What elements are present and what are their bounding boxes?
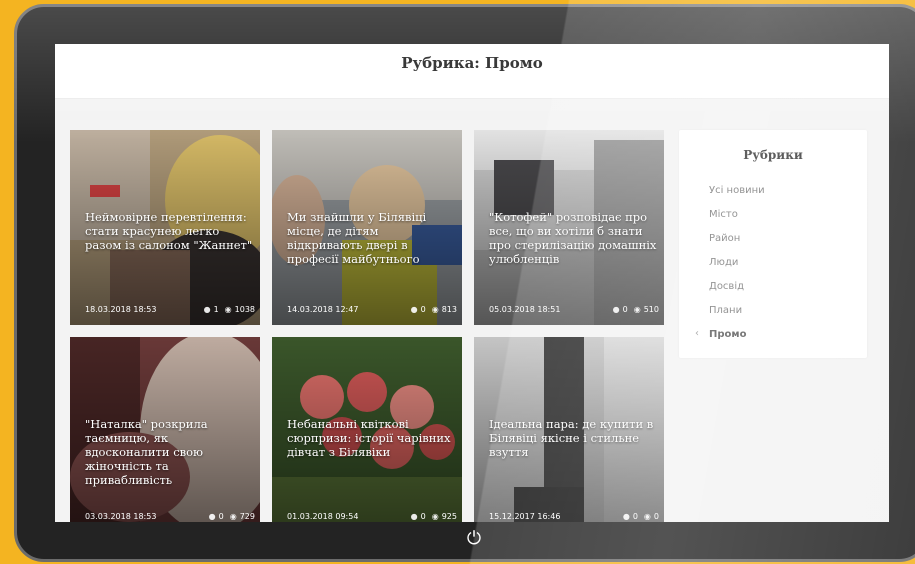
card-views: 729: [239, 511, 255, 521]
sidebar-item-plans[interactable]: Плани: [709, 305, 742, 316]
card-comments: 0: [622, 304, 628, 314]
card-date: 05.03.2018 18:51: [489, 304, 561, 314]
card-views: 813: [441, 304, 457, 314]
card-meta: 01.03.2018 09:54 ● 0 ◉ 925: [287, 510, 457, 522]
eye-icon: ◉: [643, 511, 651, 521]
comment-icon: ●: [410, 511, 418, 521]
comment-icon: ●: [622, 511, 630, 521]
sidebar-item-city[interactable]: Місто: [709, 209, 738, 220]
article-card[interactable]: "Котофей" розповідає про все, що ви хоті…: [474, 130, 664, 325]
card-date: 01.03.2018 09:54: [287, 511, 359, 521]
sidebar-item-district[interactable]: Район: [709, 233, 740, 244]
comment-icon: ●: [612, 304, 620, 314]
card-meta: 05.03.2018 18:51 ● 0 ◉ 510: [489, 303, 659, 315]
article-card[interactable]: Ідеальна пара: де купити в Білявіці якіс…: [474, 337, 664, 522]
card-views: 0: [653, 511, 659, 521]
card-title[interactable]: "Наталка" розкрила таємницю, як вдоскона…: [85, 417, 255, 487]
card-comments: 0: [632, 511, 638, 521]
card-comments: 0: [420, 511, 426, 521]
card-comments: 0: [420, 304, 426, 314]
card-meta: 14.03.2018 12:47 ● 0 ◉ 813: [287, 303, 457, 315]
comment-icon: ●: [410, 304, 418, 314]
card-title[interactable]: "Котофей" розповідає про все, що ви хоті…: [489, 210, 659, 266]
card-comments: 0: [218, 511, 224, 521]
eye-icon: ◉: [431, 511, 439, 521]
card-date: 03.03.2018 18:53: [85, 511, 157, 521]
sidebar-item-people[interactable]: Люди: [709, 257, 738, 268]
card-views: 510: [643, 304, 659, 314]
card-date: 14.03.2018 12:47: [287, 304, 359, 314]
sidebar-item-promo[interactable]: Промо: [709, 329, 746, 340]
article-card[interactable]: Неймовірне перевтілення: стати красунею …: [70, 130, 260, 325]
card-comments: 1: [213, 304, 219, 314]
article-card[interactable]: Ми знайшли у Білявіці місце, де дітям ві…: [272, 130, 462, 325]
card-views: 1038: [234, 304, 255, 314]
chevron-left-icon: ‹: [695, 328, 699, 339]
card-meta: 03.03.2018 18:53 ● 0 ◉ 729: [85, 510, 255, 522]
sidebar-categories: Рубрики Усі новини Місто Район Люди Досв…: [679, 130, 867, 358]
eye-icon: ◉: [431, 304, 439, 314]
eye-icon: ◉: [229, 511, 237, 521]
page-title: Рубрика: Промо: [401, 54, 543, 72]
card-meta: 18.03.2018 18:53 ● 1 ◉ 1038: [85, 303, 255, 315]
power-icon[interactable]: ⏻: [463, 528, 485, 550]
card-meta: 15.12.2017 16:46 ● 0 ◉ 0: [489, 510, 659, 522]
header-bar: Рубрика: Промо: [55, 44, 889, 99]
card-title[interactable]: Неймовірне перевтілення: стати красунею …: [85, 210, 255, 252]
article-card[interactable]: "Наталка" розкрила таємницю, як вдоскона…: [70, 337, 260, 522]
card-title[interactable]: Ідеальна пара: де купити в Білявіці якіс…: [489, 417, 659, 459]
card-title[interactable]: Ми знайшли у Білявіці місце, де дітям ві…: [287, 210, 457, 266]
card-date: 18.03.2018 18:53: [85, 304, 157, 314]
screen: Рубрика: Промо Неймовірне перевтілення: …: [55, 44, 889, 522]
comment-icon: ●: [208, 511, 216, 521]
card-views: 925: [441, 511, 457, 521]
card-title[interactable]: Небанальні квіткові сюрпризи: історії ча…: [287, 417, 457, 459]
comment-icon: ●: [203, 304, 211, 314]
sidebar-item-all-news[interactable]: Усі новини: [709, 185, 765, 196]
eye-icon: ◉: [224, 304, 232, 314]
eye-icon: ◉: [633, 304, 641, 314]
sidebar-item-experience[interactable]: Досвід: [709, 281, 744, 292]
card-date: 15.12.2017 16:46: [489, 511, 561, 521]
article-card[interactable]: Небанальні квіткові сюрпризи: історії ча…: [272, 337, 462, 522]
sidebar-title: Рубрики: [743, 148, 803, 162]
